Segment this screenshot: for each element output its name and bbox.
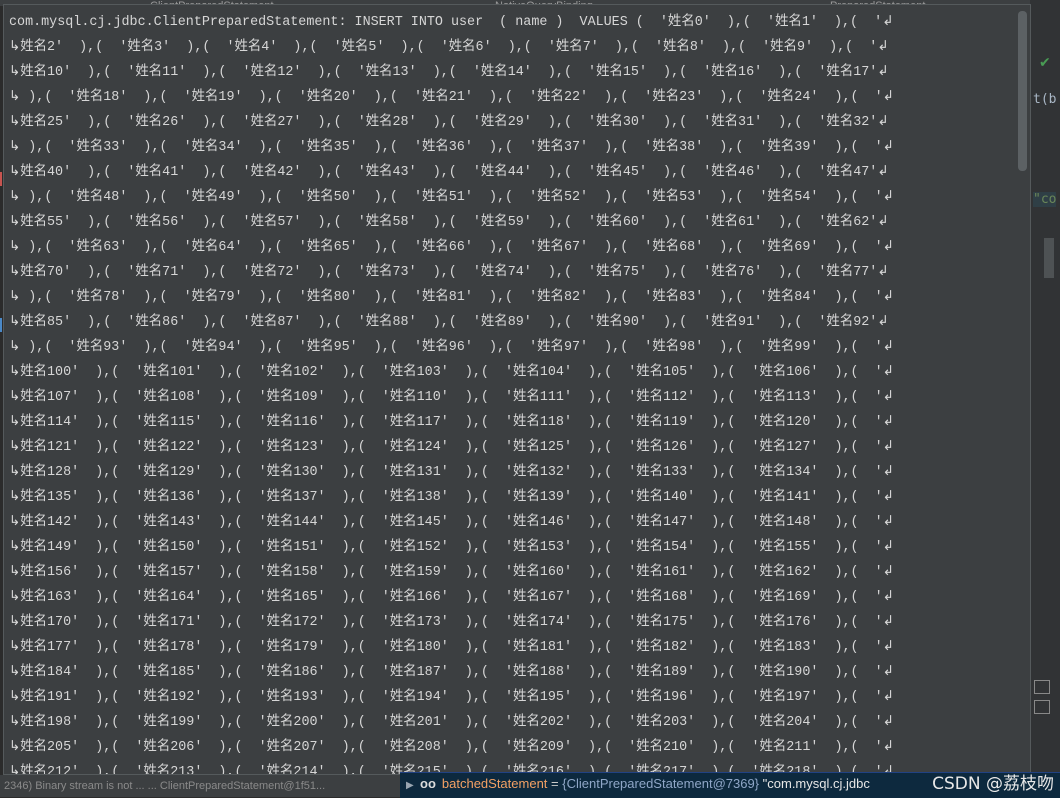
- statement-line: ↳姓名2' ),( '姓名3' ),( '姓名4' ),( '姓名5' ),( …: [9, 40, 889, 55]
- statement-line: com.mysql.cj.jdbc.ClientPreparedStatemen…: [9, 15, 894, 30]
- variable-value: "com.mysql.cj.jdbc: [759, 776, 870, 791]
- statement-line: ↳姓名177' ),( '姓名178' ),( '姓名179' ),( '姓名1…: [9, 640, 894, 655]
- breakpoint-marker: [0, 172, 2, 186]
- editor-right-gutter: [1030, 0, 1060, 775]
- editor-scrollbar[interactable]: [1044, 238, 1054, 278]
- statement-line: ↳姓名142' ),( '姓名143' ),( '姓名144' ),( '姓名1…: [9, 515, 894, 530]
- statement-line: ↳姓名121' ),( '姓名122' ),( '姓名123' ),( '姓名1…: [9, 440, 894, 455]
- editor-code-fragment: t(b: [1033, 92, 1057, 107]
- statement-line: ↳姓名70' ),( '姓名71' ),( '姓名72' ),( '姓名73' …: [9, 265, 889, 280]
- statement-line: ↳姓名100' ),( '姓名101' ),( '姓名102' ),( '姓名1…: [9, 365, 894, 380]
- statement-line: ↳姓名107' ),( '姓名108' ),( '姓名109' ),( '姓名1…: [9, 390, 894, 405]
- csdn-watermark: CSDN @荔枝吻: [932, 774, 1054, 794]
- statement-line: ↳姓名40' ),( '姓名41' ),( '姓名42' ),( '姓名43' …: [9, 165, 889, 180]
- statement-line: ↳姓名163' ),( '姓名164' ),( '姓名165' ),( '姓名1…: [9, 590, 894, 605]
- statement-line: ↳姓名184' ),( '姓名185' ),( '姓名186' ),( '姓名1…: [9, 665, 894, 680]
- variable-name: batchedStatement: [441, 776, 548, 791]
- editor-code-fragment-string: "co: [1033, 192, 1057, 207]
- restore-layout-icon[interactable]: [1034, 700, 1050, 714]
- statement-line: ↳ ),( '姓名18' ),( '姓名19' ),( '姓名20' ),( '…: [9, 90, 894, 105]
- statement-line: ↳姓名205' ),( '姓名206' ),( '姓名207' ),( '姓名2…: [9, 740, 894, 755]
- statement-line: ↳姓名55' ),( '姓名56' ),( '姓名57' ),( '姓名58' …: [9, 215, 889, 230]
- expand-arrow-icon[interactable]: ▶: [406, 775, 420, 797]
- statement-line: ↳姓名114' ),( '姓名115' ),( '姓名116' ),( '姓名1…: [9, 415, 894, 430]
- statement-line: ↳姓名128' ),( '姓名129' ),( '姓名130' ),( '姓名1…: [9, 465, 894, 480]
- statement-line: ↳ ),( '姓名78' ),( '姓名79' ),( '姓名80' ),( '…: [9, 290, 894, 305]
- statement-value-text[interactable]: com.mysql.cj.jdbc.ClientPreparedStatemen…: [9, 10, 999, 774]
- infinity-watch-icon: oo: [420, 776, 436, 791]
- variable-equals: =: [547, 776, 563, 791]
- variable-type: {ClientPreparedStatement@7369}: [562, 776, 760, 791]
- statement-line: ↳姓名135' ),( '姓名136' ),( '姓名137' ),( '姓名1…: [9, 490, 894, 505]
- statement-line: ↳姓名170' ),( '姓名171' ),( '姓名172' ),( '姓名1…: [9, 615, 894, 630]
- execution-marker: [0, 318, 2, 332]
- statement-line: ↳姓名191' ),( '姓名192' ),( '姓名193' ),( '姓名1…: [9, 690, 894, 705]
- statement-line: ↳姓名156' ),( '姓名157' ),( '姓名158' ),( '姓名1…: [9, 565, 894, 580]
- statement-line: ↳ ),( '姓名33' ),( '姓名34' ),( '姓名35' ),( '…: [9, 140, 894, 155]
- debugger-status-line: 2346) Binary stream is not ... ... Clien…: [0, 775, 404, 797]
- statement-line: ↳姓名149' ),( '姓名150' ),( '姓名151' ),( '姓名1…: [9, 540, 894, 555]
- check-icon: ✔: [1039, 55, 1051, 71]
- value-tooltip-popup[interactable]: com.mysql.cj.jdbc.ClientPreparedStatemen…: [3, 4, 1031, 775]
- layout-icon[interactable]: [1034, 680, 1050, 694]
- statement-line: ↳姓名25' ),( '姓名26' ),( '姓名27' ),( '姓名28' …: [9, 115, 889, 130]
- statement-line: ↳姓名10' ),( '姓名11' ),( '姓名12' ),( '姓名13' …: [9, 65, 889, 80]
- statement-line: ↳姓名85' ),( '姓名86' ),( '姓名87' ),( '姓名88' …: [9, 315, 889, 330]
- popup-scrollbar[interactable]: [1018, 11, 1027, 171]
- statement-line: ↳ ),( '姓名93' ),( '姓名94' ),( '姓名95' ),( '…: [9, 340, 894, 355]
- statement-line: ↳ ),( '姓名63' ),( '姓名64' ),( '姓名65' ),( '…: [9, 240, 894, 255]
- statement-line: ↳姓名198' ),( '姓名199' ),( '姓名200' ),( '姓名2…: [9, 715, 894, 730]
- statement-line: ↳ ),( '姓名48' ),( '姓名49' ),( '姓名50' ),( '…: [9, 190, 894, 205]
